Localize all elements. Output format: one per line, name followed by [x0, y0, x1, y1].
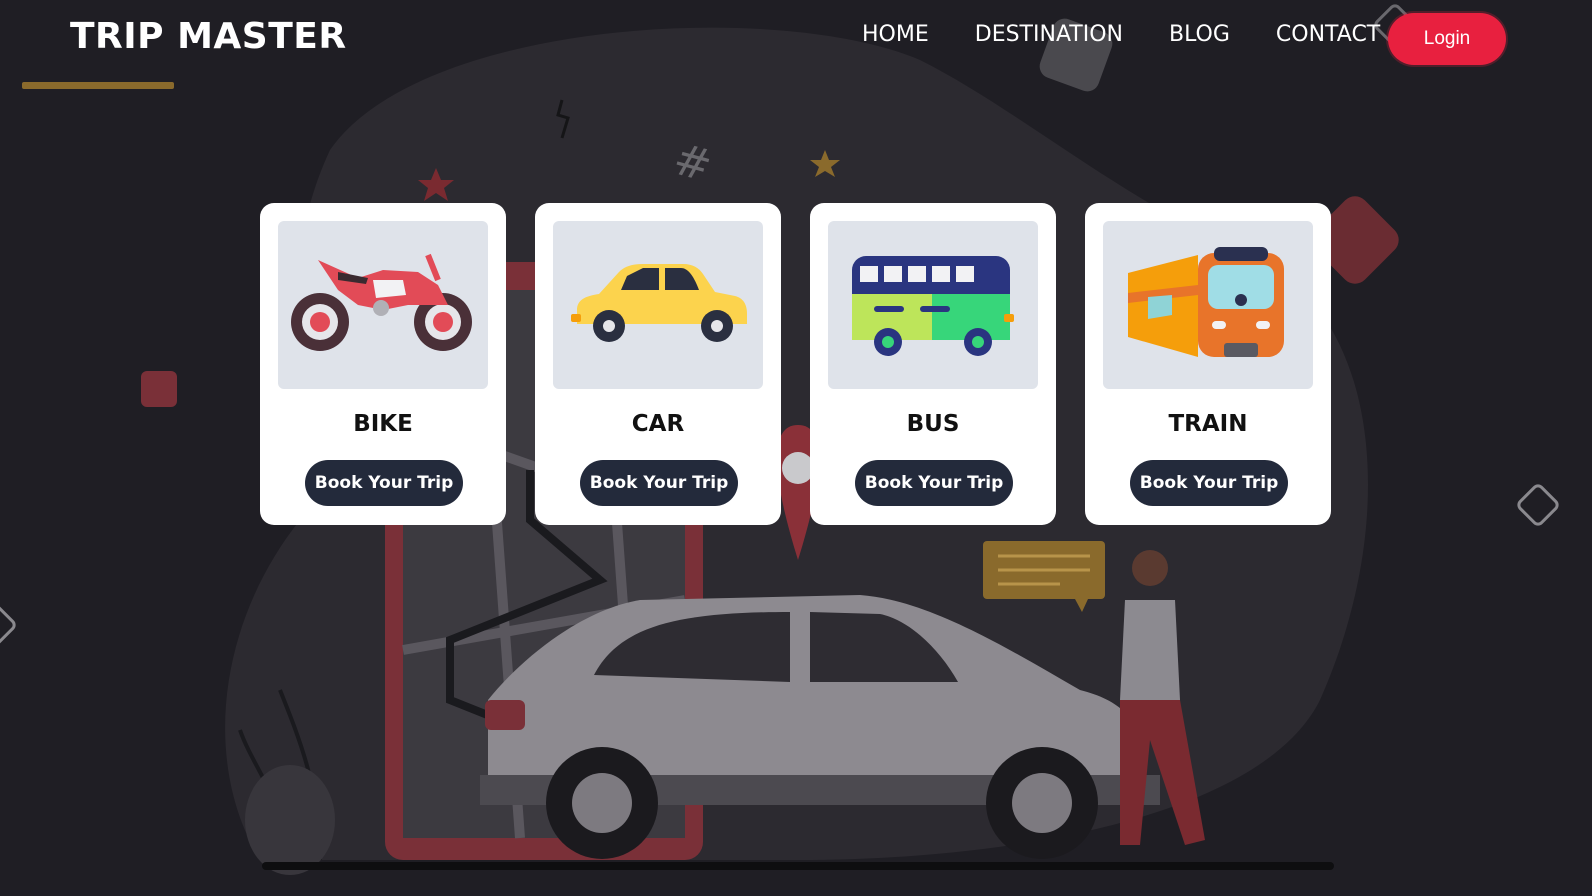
card-bus: BUS Book Your Trip	[810, 203, 1056, 525]
motorbike-icon	[291, 253, 472, 351]
nav-destination[interactable]: DESTINATION	[975, 22, 1123, 47]
transport-cards: BIKE Book Your Trip CAR Book Your Trip B…	[260, 203, 1331, 525]
card-bike: BIKE Book Your Trip	[260, 203, 506, 525]
card-bike-image	[278, 221, 488, 389]
card-train: TRAIN Book Your Trip	[1085, 203, 1331, 525]
book-trip-car-button[interactable]: Book Your Trip	[580, 460, 738, 506]
book-trip-bike-button[interactable]: Book Your Trip	[305, 460, 463, 506]
card-car: CAR Book Your Trip	[535, 203, 781, 525]
card-bus-image	[828, 221, 1038, 389]
book-trip-train-button[interactable]: Book Your Trip	[1130, 460, 1288, 506]
card-bus-title: BUS	[906, 411, 960, 437]
car-icon	[571, 264, 747, 342]
card-car-title: CAR	[631, 411, 685, 437]
bus-icon	[852, 256, 1014, 356]
book-trip-bus-button[interactable]: Book Your Trip	[855, 460, 1013, 506]
main-nav: HOME DESTINATION BLOG CONTACT	[862, 22, 1426, 47]
brand-logo[interactable]: TRIP MASTER	[70, 16, 347, 57]
nav-blog[interactable]: BLOG	[1169, 22, 1230, 47]
card-car-image	[553, 221, 763, 389]
card-train-title: TRAIN	[1168, 411, 1248, 437]
card-train-image	[1103, 221, 1313, 389]
nav-home[interactable]: HOME	[862, 22, 929, 47]
card-bike-title: BIKE	[353, 411, 413, 437]
login-button[interactable]: Login	[1388, 13, 1506, 65]
nav-contact[interactable]: CONTACT	[1276, 22, 1380, 47]
brand-underline	[22, 82, 174, 89]
train-icon	[1128, 247, 1284, 357]
